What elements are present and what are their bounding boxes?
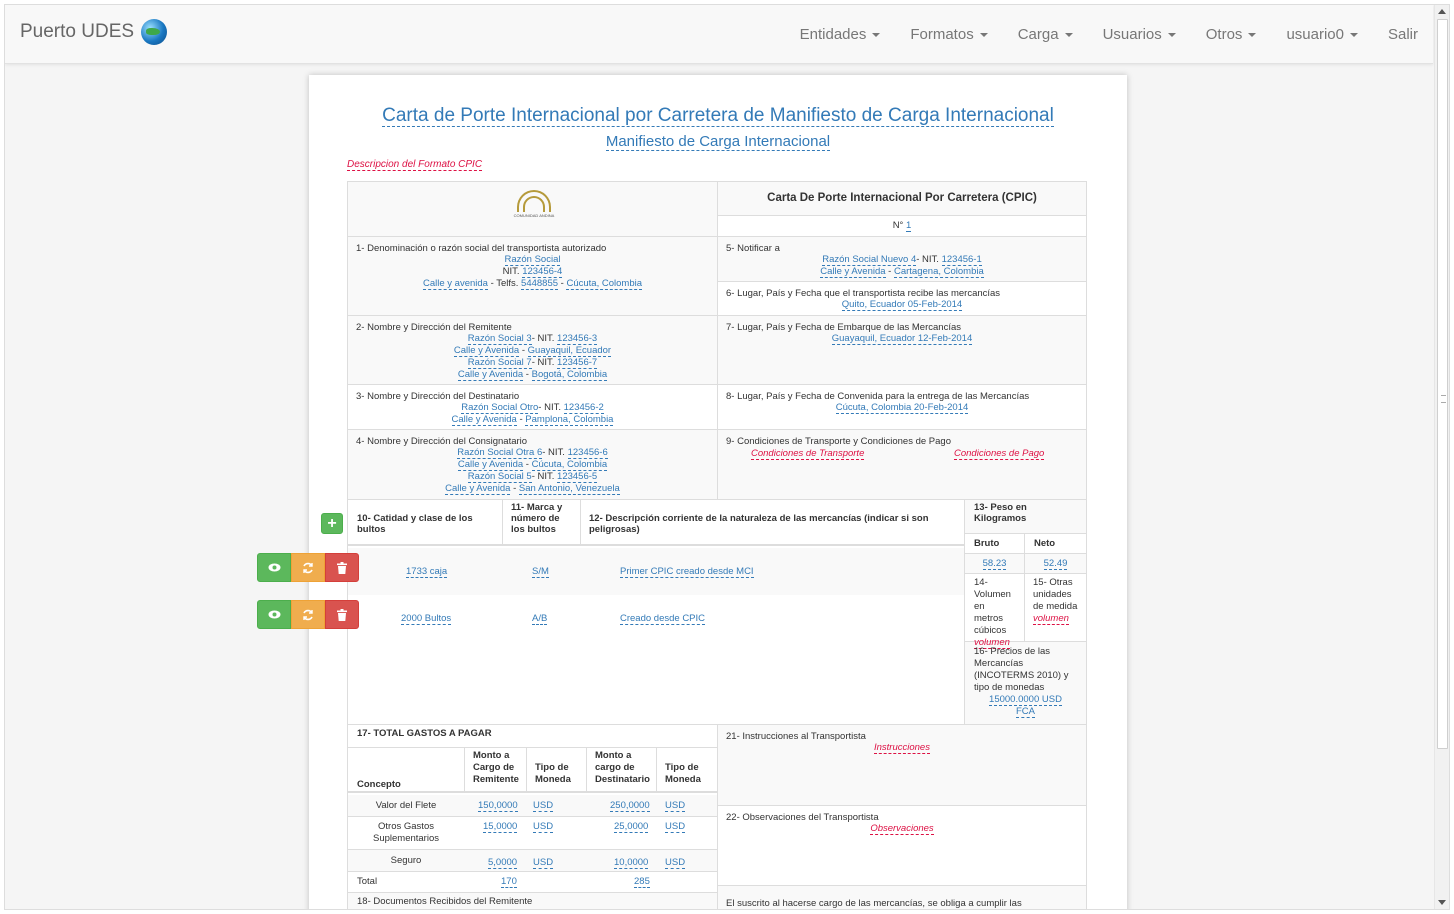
- incoterm[interactable]: FCA: [1016, 706, 1035, 718]
- delete-button[interactable]: [325, 600, 359, 629]
- vertical-scrollbar[interactable]: [1434, 5, 1449, 909]
- price-value[interactable]: 15000.0000 USD: [989, 694, 1062, 706]
- section-23-declaration: El suscrito al hacerse cargo de las merc…: [717, 885, 1087, 909]
- section-22-observations: 22- Observaciones del Transportista Obse…: [717, 805, 1087, 886]
- cost-row: Seguro 5,0000 USD 10,0000 USD: [348, 850, 717, 872]
- nav-entidades[interactable]: Entidades: [785, 26, 896, 43]
- cpic-title: Carta De Porte Internacional Por Carrete…: [767, 192, 1037, 204]
- nav-logout[interactable]: Salir: [1373, 26, 1433, 43]
- nav-menu: Entidades Formatos Carga Usuarios Otros …: [785, 5, 1433, 63]
- add-goods-button[interactable]: +: [321, 513, 343, 534]
- scrollbar-thumb[interactable]: [1437, 19, 1448, 749]
- plus-icon: +: [327, 514, 337, 532]
- total-sender[interactable]: 170: [501, 876, 517, 888]
- carrier-city[interactable]: Cúcuta, Colombia: [566, 278, 642, 290]
- trash-icon: [337, 561, 347, 574]
- nav-carga[interactable]: Carga: [1003, 26, 1088, 43]
- browser-viewport: Puerto UDES Entidades Formatos Carga Usu…: [4, 4, 1450, 910]
- total-recipient[interactable]: 285: [634, 876, 650, 888]
- other-units[interactable]: volumen: [1033, 613, 1069, 625]
- nav-user-menu[interactable]: usuario0: [1271, 26, 1373, 43]
- document-subtitle[interactable]: Manifiesto de Carga Internacional: [309, 133, 1127, 151]
- goods-row: 2000 Bultos A/B Creado desde CPIC: [401, 613, 706, 625]
- comunidad-andina-logo: COMUNIDAD ANDINA: [513, 190, 555, 220]
- refresh-button[interactable]: [291, 600, 325, 629]
- section-17-costs: 17- TOTAL GASTOS A PAGAR Concepto Monto …: [347, 724, 718, 909]
- refresh-icon: [303, 609, 313, 620]
- row-actions: [257, 553, 359, 582]
- section-8-delivery: 8- Lugar, País y Fecha de Convenida para…: [717, 384, 1087, 430]
- row-actions: [257, 600, 359, 629]
- document-title[interactable]: Carta de Porte Internacional por Carrete…: [309, 105, 1127, 127]
- eye-icon: [268, 563, 280, 572]
- nav-usuarios[interactable]: Usuarios: [1088, 26, 1191, 43]
- section-5-notify: 5- Notificar a Razón Social Nuevo 4- NIT…: [717, 236, 1087, 282]
- transport-conditions[interactable]: Condiciones de Transporte: [751, 448, 865, 460]
- refresh-button[interactable]: [291, 553, 325, 582]
- scroll-up-icon[interactable]: [1438, 9, 1446, 14]
- view-button[interactable]: [257, 600, 291, 629]
- brand[interactable]: Puerto UDES: [20, 19, 168, 45]
- globe-logo-icon: [141, 19, 168, 45]
- caret-down-icon: [872, 32, 881, 37]
- section-7-shipment: 7- Lugar, País y Fecha de Embarque de la…: [717, 315, 1087, 385]
- document-sheet: Carta de Porte Internacional por Carrete…: [309, 75, 1127, 909]
- caret-down-icon: [1064, 32, 1073, 37]
- caret-down-icon: [1248, 32, 1257, 37]
- section-4-consignee: 4- Nombre y Dirección del Consignatario …: [347, 429, 718, 500]
- cost-row: Valor del Flete 150,0000 USD 250,0000 US…: [348, 795, 717, 817]
- trash-icon: [337, 608, 347, 621]
- section-9-conditions: 9- Condiciones de Transporte y Condicion…: [717, 429, 1087, 500]
- number-label: N°: [892, 220, 904, 231]
- section-21-instructions: 21- Instrucciones al Transportista Instr…: [717, 724, 1087, 806]
- goods-row: 1733 caja S/M Primer CPIC creado desde M…: [348, 548, 964, 595]
- refresh-icon: [303, 562, 313, 573]
- caret-down-icon: [979, 32, 988, 37]
- gross-weight[interactable]: 58.23: [982, 558, 1007, 570]
- delete-button[interactable]: [325, 553, 359, 582]
- section-6-received: 6- Lugar, País y Fecha que el transporti…: [717, 281, 1087, 316]
- section-1-carrier: 1- Denominación o razón social del trans…: [347, 236, 718, 316]
- section-3-recipient: 3- Nombre y Dirección del Destinatario R…: [347, 384, 718, 430]
- cpic-number[interactable]: 1: [906, 220, 912, 232]
- caret-down-icon: [1167, 32, 1176, 37]
- cpic-header: Carta De Porte Internacional Por Carrete…: [717, 181, 1087, 216]
- carrier-phone[interactable]: 5448855: [521, 278, 559, 290]
- section-1-label: 1- Denominación o razón social del trans…: [356, 243, 607, 254]
- logo-section: COMUNIDAD ANDINA: [347, 181, 718, 237]
- section-2-sender: 2- Nombre y Dirección del Remitente Razó…: [347, 315, 718, 385]
- net-weight[interactable]: 52.49: [1043, 558, 1068, 570]
- cost-total-row: Total 170 285: [348, 872, 717, 893]
- scroll-down-icon[interactable]: [1438, 900, 1446, 905]
- navbar: Puerto UDES Entidades Formatos Carga Usu…: [5, 5, 1433, 64]
- cost-row: Otros Gastos Suplementarios 15,0000 USD …: [348, 817, 717, 850]
- section-18-documents: 18- Documentos Recibidos del Remitente: [348, 893, 717, 909]
- eye-icon: [268, 610, 280, 619]
- weights-panel: 13- Peso en Kilogramos Bruto Neto 58.23 …: [964, 499, 1087, 725]
- cpic-number-row: N° 1: [717, 215, 1087, 237]
- goods-table: 10- Catidad y clase de los bultos 11- Ma…: [347, 499, 965, 725]
- nav-formatos[interactable]: Formatos: [895, 26, 1002, 43]
- carrier-name[interactable]: Razón Social: [504, 254, 561, 266]
- carrier-nit[interactable]: 123456-4: [522, 266, 563, 278]
- payment-conditions[interactable]: Condiciones de Pago: [954, 448, 1045, 460]
- caret-down-icon: [1349, 32, 1358, 37]
- format-description[interactable]: Descripcion del Formato CPIC: [347, 159, 483, 171]
- nav-otros[interactable]: Otros: [1191, 26, 1272, 43]
- brand-name[interactable]: Puerto UDES: [20, 21, 134, 43]
- carrier-address[interactable]: Calle y avenida: [422, 278, 488, 290]
- view-button[interactable]: [257, 553, 291, 582]
